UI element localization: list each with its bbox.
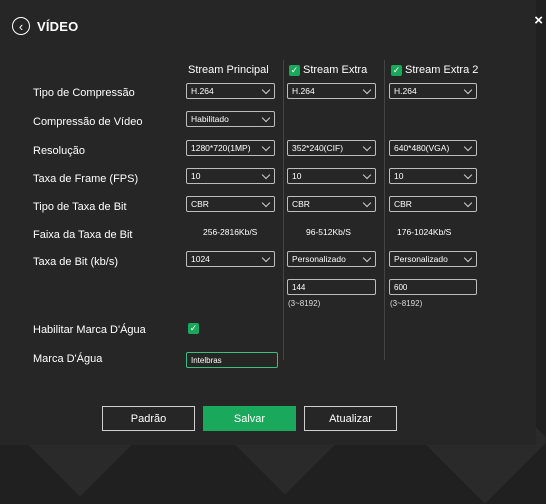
watermark-enable-checkbox[interactable]: ✓ — [188, 323, 199, 334]
principal-compression-select[interactable]: H.264 — [186, 83, 275, 99]
select-value: 10 — [394, 171, 404, 181]
select-value: H.264 — [394, 86, 417, 96]
select-value: H.264 — [191, 86, 214, 96]
label-frame-rate: Taxa de Frame (FPS) — [33, 173, 139, 185]
label-resolution: Resolução — [33, 145, 85, 157]
select-value: Habilitado — [191, 114, 229, 124]
extra2-resolution-select[interactable]: 640*480(VGA) — [389, 140, 477, 156]
extra-compression-select[interactable]: H.264 — [287, 83, 376, 99]
label-watermark: Marca D'Água — [33, 353, 103, 365]
extra-bitrate-range: 96-512Kb/S — [306, 227, 351, 237]
label-compression-type: Tipo de Compressão — [33, 87, 135, 99]
select-value: 10 — [191, 171, 201, 181]
checkmark-icon: ✓ — [189, 323, 198, 333]
label-bitrate-type: Tipo de Taxa de Bit — [33, 201, 127, 213]
principal-resolution-select[interactable]: 1280*720(1MP) — [186, 140, 275, 156]
principal-bitrate-select[interactable]: 1024 — [186, 251, 275, 267]
extra-custom-bitrate-input[interactable]: 144 — [287, 279, 376, 295]
extra2-compression-select[interactable]: H.264 — [389, 83, 477, 99]
stream-extra2-checkbox[interactable]: ✓ — [391, 64, 402, 76]
column-header-label: Stream Principal — [188, 64, 269, 76]
save-button[interactable]: Salvar — [203, 406, 296, 431]
select-value: 10 — [292, 171, 302, 181]
checkmark-icon: ✓ — [392, 64, 401, 75]
extra-fps-select[interactable]: 10 — [287, 168, 376, 184]
column-header-label: Stream Extra 2 — [405, 64, 479, 76]
extra-resolution-select[interactable]: 352*240(CIF) — [287, 140, 376, 156]
refresh-button[interactable]: Atualizar — [304, 406, 397, 431]
close-icon[interactable]: × — [534, 12, 543, 29]
column-header-principal: Stream Principal — [188, 64, 269, 76]
column-divider — [384, 60, 385, 360]
column-header-extra2: ✓ Stream Extra 2 — [391, 64, 478, 76]
extra2-bitrate-select[interactable]: Personalizado — [389, 251, 477, 267]
label-watermark-enable: Habilitar Marca D'Água — [33, 324, 146, 336]
label-bitrate-range: Faixa da Taxa de Bit — [33, 229, 133, 241]
select-value: Personalizado — [394, 254, 448, 264]
select-value: 1280*720(1MP) — [191, 143, 251, 153]
select-value: 352*240(CIF) — [292, 143, 344, 153]
column-header-extra: ✓ Stream Extra — [289, 64, 367, 76]
extra-bitrate-type-select[interactable]: CBR — [287, 196, 376, 212]
select-value: 640*480(VGA) — [394, 143, 450, 153]
select-value: 1024 — [191, 254, 210, 264]
extra2-bitrate-type-select[interactable]: CBR — [389, 196, 477, 212]
extra2-custom-bitrate-input[interactable]: 600 — [389, 279, 477, 295]
select-value: CBR — [292, 199, 310, 209]
checkmark-icon: ✓ — [290, 64, 299, 75]
select-value: CBR — [191, 199, 209, 209]
select-value: Personalizado — [292, 254, 346, 264]
principal-fps-select[interactable]: 10 — [186, 168, 275, 184]
label-bitrate: Taxa de Bit (kb/s) — [33, 256, 118, 268]
label-video-compression: Compressão de Vídeo — [33, 116, 143, 128]
video-settings-panel: ‹ VÍDEO Stream Principal ✓ Stream Extra … — [0, 0, 536, 445]
column-divider — [283, 60, 284, 360]
extra2-bitrate-range: 176-1024Kb/S — [397, 227, 452, 237]
principal-bitrate-range: 256-2816Kb/S — [203, 227, 258, 237]
select-value: CBR — [394, 199, 412, 209]
stream-extra-checkbox[interactable]: ✓ — [289, 64, 300, 76]
extra2-custom-bitrate-hint: (3~8192) — [390, 299, 423, 308]
principal-video-compression-select[interactable]: Habilitado — [186, 111, 275, 127]
extra-custom-bitrate-hint: (3~8192) — [288, 299, 321, 308]
page-title: VÍDEO — [37, 18, 79, 34]
watermark-input[interactable]: Intelbras — [186, 352, 278, 368]
extra-bitrate-select[interactable]: Personalizado — [287, 251, 376, 267]
select-value: H.264 — [292, 86, 315, 96]
back-icon[interactable]: ‹ — [12, 17, 30, 35]
panel-header: ‹ VÍDEO — [12, 14, 78, 38]
default-button[interactable]: Padrão — [102, 406, 195, 431]
extra2-fps-select[interactable]: 10 — [389, 168, 477, 184]
principal-bitrate-type-select[interactable]: CBR — [186, 196, 275, 212]
column-header-label: Stream Extra — [303, 64, 368, 76]
